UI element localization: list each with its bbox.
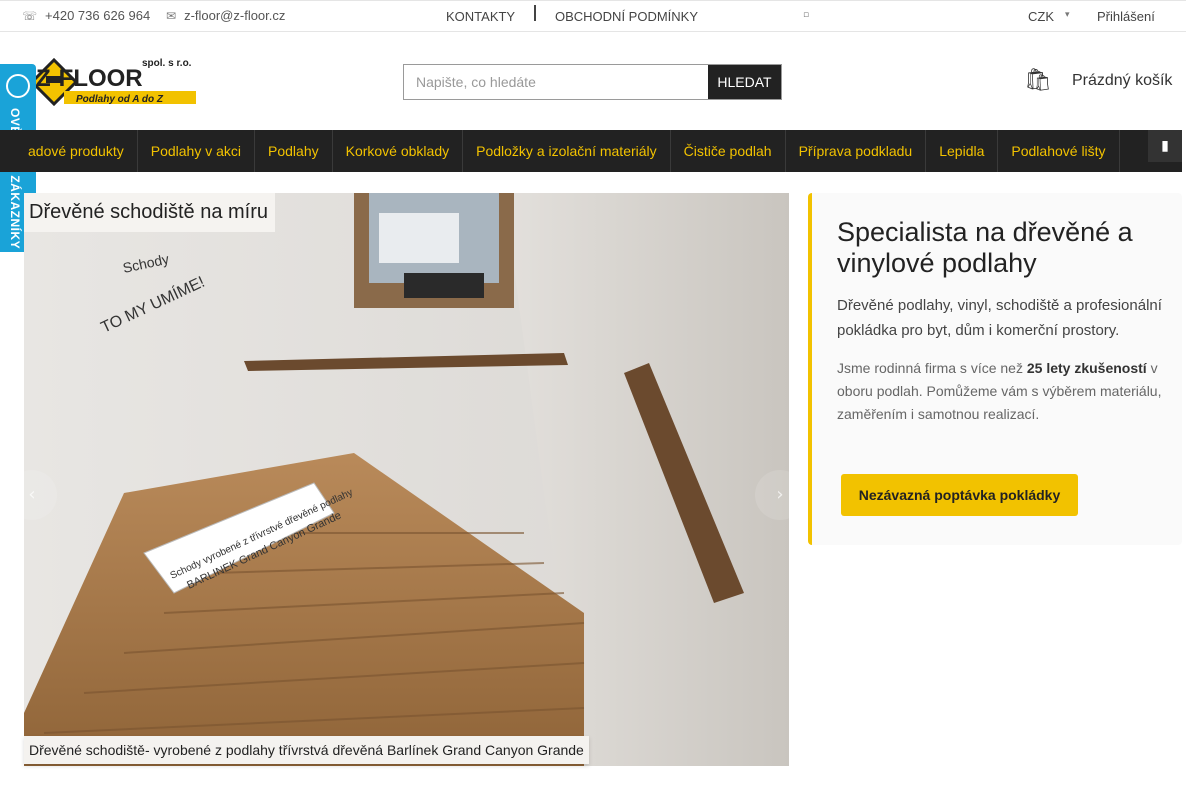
slider-prev-icon[interactable]: ‹: [7, 470, 57, 520]
phone-contact[interactable]: ☏ +420 736 626 964: [22, 8, 150, 23]
slide-caption: Dřevěné schodiště- vyrobené z podlahy tř…: [24, 736, 589, 764]
logo-suffix: spol. s r.o.: [142, 58, 192, 69]
login-link[interactable]: Přihlášení: [1097, 9, 1155, 24]
divider: [534, 5, 536, 21]
intro-body-strong: 25 lety zkušeností: [1026, 360, 1147, 376]
logo-mark: Z-FLOOR spol. s r.o. Podlahy od A do Z: [29, 57, 196, 107]
menu-item-akcni-produkty[interactable]: adové produkty: [0, 130, 138, 172]
menu-item-korkove-obklady[interactable]: Korkové obklady: [333, 130, 464, 172]
menu-item-podlozky[interactable]: Podložky a izolační materiály: [463, 130, 671, 172]
staircase-photo: Schody vyrobené z třívrstvé dřevěné podl…: [24, 193, 789, 766]
menu-item-podlahove-listy[interactable]: Podlahové lišty: [998, 130, 1120, 172]
search-bar: HLEDAT: [403, 64, 782, 100]
phone-icon: ☏: [22, 8, 38, 23]
shopping-bag-icon: 🛍: [1024, 68, 1052, 93]
link-obchodni-podminky[interactable]: OBCHODNÍ PODMÍNKY: [555, 9, 698, 24]
logo-text: Z-FLOOR: [36, 65, 143, 92]
menu-item-priprava-podkladu[interactable]: Příprava podkladu: [786, 130, 927, 172]
logo-tagline: Podlahy od A do Z: [76, 94, 164, 105]
email-contact[interactable]: ✉ z-floor@z-floor.cz: [166, 8, 285, 23]
cart[interactable]: 🛍 Prázdný košík: [1024, 68, 1172, 93]
intro-title: Specialista na dřevěné a vinylové podlah…: [837, 217, 1133, 278]
badge-seal-icon: [6, 74, 30, 98]
menu-item-cistice-podlah[interactable]: Čističe podlah: [671, 130, 786, 172]
currency-select[interactable]: CZK: [1028, 9, 1054, 24]
menu-more-icon[interactable]: ▮: [1148, 130, 1182, 162]
top-bar: ☏ +420 736 626 964 ✉ z-floor@z-floor.cz …: [0, 0, 1186, 32]
phone-number[interactable]: +420 736 626 964: [45, 8, 150, 23]
search-input[interactable]: [404, 65, 708, 99]
menu-item-podlahy-v-akci[interactable]: Podlahy v akci: [138, 130, 256, 172]
email-address[interactable]: z-floor@z-floor.cz: [184, 8, 285, 23]
cart-label[interactable]: Prázdný košík: [1072, 72, 1172, 90]
envelope-icon: ✉: [166, 8, 177, 23]
chevron-down-icon[interactable]: ▾: [1065, 10, 1070, 20]
logo[interactable]: Z-FLOOR spol. s r.o. Podlahy od A do Z: [28, 56, 198, 107]
menu-item-podlahy[interactable]: Podlahy: [255, 130, 333, 172]
intro-lead: Dřevěné podlahy, vinyl, schodiště a prof…: [837, 297, 1162, 339]
menu-item-lepidla[interactable]: Lepidla: [926, 130, 999, 172]
slider-next-icon[interactable]: ›: [755, 470, 805, 520]
link-kontakty[interactable]: KONTAKTY: [446, 9, 515, 24]
intro-body-part-1: Jsme rodinná firma s více než: [837, 360, 1027, 376]
hero-slider: Schody vyrobené z třívrstvé dřevěné podl…: [24, 193, 789, 766]
intro-body: Jsme rodinná firma s více než 25 lety zk…: [837, 357, 1162, 426]
intro-box: Specialista na dřevěné a vinylové podlah…: [808, 193, 1182, 545]
main-menu: adové produkty Podlahy v akci Podlahy Ko…: [0, 130, 1182, 172]
menu-toggle-icon[interactable]: ▫: [803, 10, 809, 20]
slide-title: Dřevěné schodiště na míru: [24, 193, 276, 232]
search-button[interactable]: HLEDAT: [708, 65, 781, 99]
quote-request-button[interactable]: Nezávazná poptávka pokládky: [841, 474, 1078, 516]
